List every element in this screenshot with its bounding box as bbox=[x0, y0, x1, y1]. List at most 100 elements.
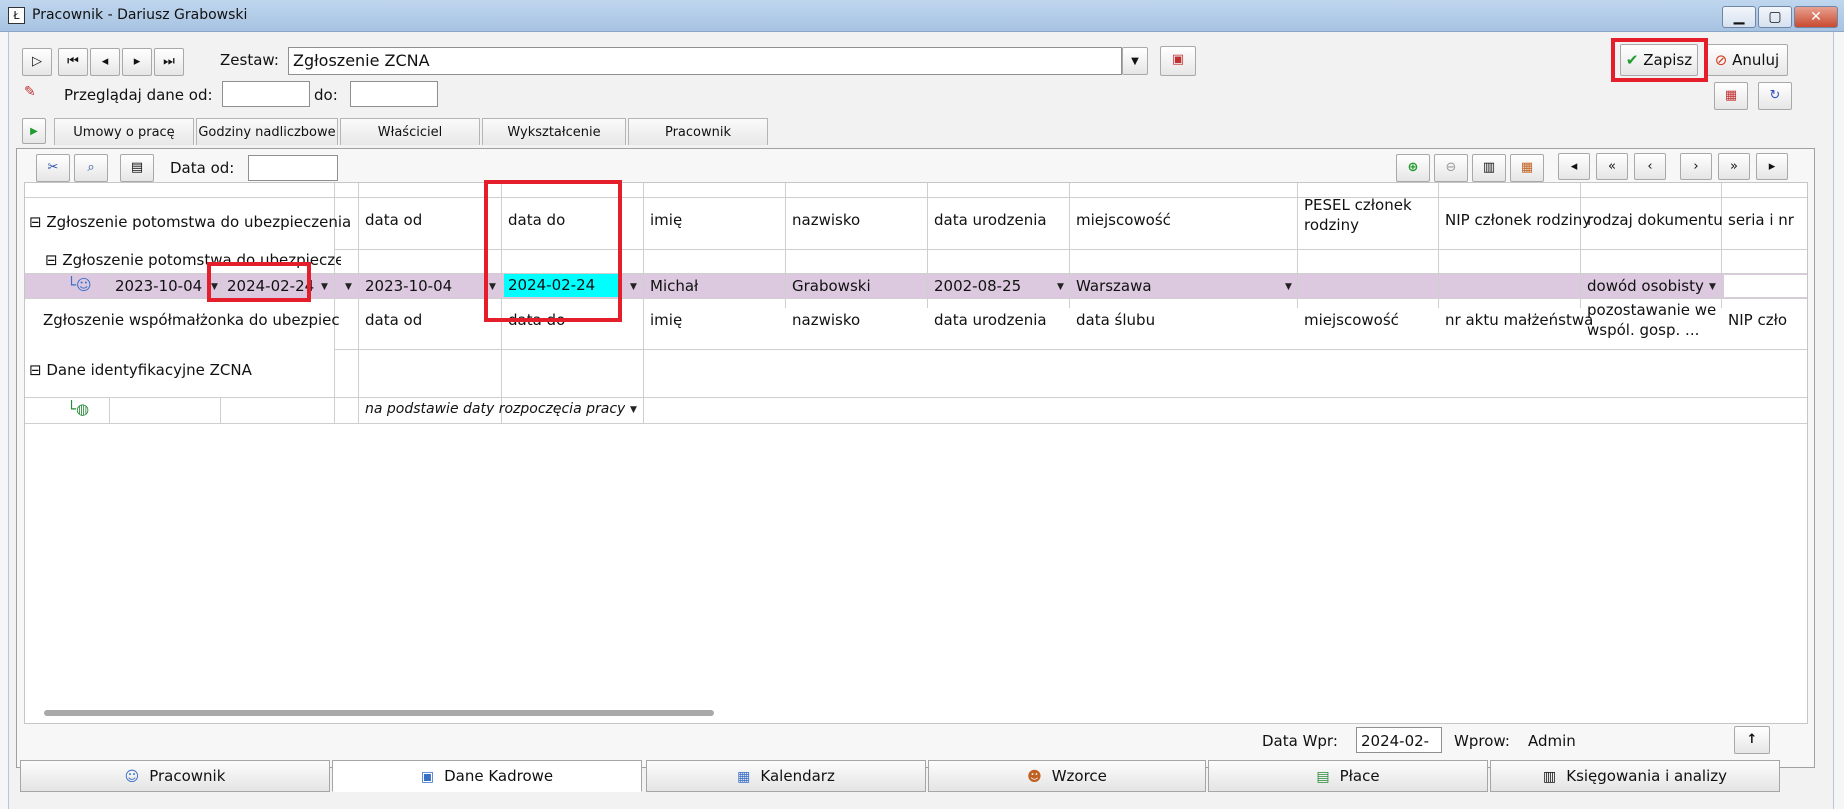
people-icon: ☻ bbox=[1027, 769, 1042, 785]
cell-rodzaj-dokumentu[interactable]: dowód osobisty bbox=[1583, 277, 1704, 295]
window-title: Pracownik - Dariusz Grabowski bbox=[32, 7, 248, 23]
close-button[interactable]: ✕ bbox=[1794, 6, 1838, 28]
bottom-tab-wzorce[interactable]: ☻ Wzorce bbox=[928, 760, 1206, 792]
copy-button[interactable]: ▥ bbox=[1472, 154, 1506, 182]
chevron-down-icon[interactable]: ▼ bbox=[630, 282, 637, 292]
export-button[interactable]: ▦ bbox=[1510, 154, 1544, 182]
cell-imie[interactable]: Michał bbox=[646, 277, 698, 295]
notes-button[interactable]: ▤ bbox=[120, 154, 154, 182]
cell-miejscowosc[interactable]: Warszawa bbox=[1072, 277, 1152, 295]
wprow-value: Admin bbox=[1528, 732, 1576, 750]
print-icon: ▦ bbox=[1724, 88, 1738, 103]
globe-icon: └◍ bbox=[67, 400, 90, 418]
chevron-down-icon[interactable]: ▼ bbox=[1709, 282, 1716, 292]
col-header-miejscowosc: miejscowość bbox=[1076, 211, 1171, 229]
col-header-data-urodzenia: data urodzenia bbox=[934, 211, 1047, 229]
chevron-left-icon: ‹ bbox=[1647, 159, 1653, 174]
next-record-button[interactable]: ▸ bbox=[122, 48, 152, 76]
tab-godziny[interactable]: Godziny nadliczbowe bbox=[196, 118, 338, 145]
chevron-down-icon[interactable]: ▼ bbox=[1057, 282, 1064, 292]
zestaw-dropdown-button[interactable]: ▼ bbox=[1122, 47, 1148, 75]
bottom-tab-ksiegowania[interactable]: ▥ Księgowania i analizy bbox=[1490, 760, 1780, 792]
tab-wlasciciel[interactable]: Właściciel bbox=[340, 118, 480, 145]
bottom-tab-place[interactable]: ▤ Płace bbox=[1208, 760, 1488, 792]
bottom-tab-dane-kadrowe[interactable]: ▣ Dane Kadrowe bbox=[332, 760, 642, 792]
cell-nazwisko[interactable]: Grabowski bbox=[788, 277, 871, 295]
tree-node-wspolmalzonek[interactable]: Zgłoszenie współmałżonka do ubezpiecze..… bbox=[39, 311, 339, 329]
print-button[interactable]: ▦ bbox=[1714, 82, 1748, 110]
zestaw-select[interactable]: Zgłoszenie ZCNA bbox=[288, 47, 1122, 75]
tree-collapse-icon: ⊟ bbox=[29, 361, 42, 379]
prev-record-button[interactable]: ◂ bbox=[90, 48, 120, 76]
nav-page-right-button[interactable]: » bbox=[1718, 153, 1750, 180]
first-record-button[interactable]: ⏮ bbox=[58, 48, 88, 76]
chevron-right-icon: › bbox=[1693, 159, 1699, 174]
refresh-button[interactable]: ↻ bbox=[1758, 82, 1792, 110]
next-icon: ▸ bbox=[133, 54, 141, 69]
cell-data-od[interactable]: 2023-10-04 bbox=[361, 277, 452, 295]
person-icon: └☺ bbox=[67, 276, 92, 294]
add-row-button[interactable]: ⊕ bbox=[1396, 154, 1430, 182]
cell-data-urodzenia[interactable]: 2002-08-25 bbox=[930, 277, 1021, 295]
minimize-button[interactable]: ▁ bbox=[1722, 6, 1756, 28]
scroll-top-button[interactable]: ↑ bbox=[1734, 726, 1770, 754]
tab-umowy[interactable]: Umowy o pracę bbox=[54, 118, 194, 145]
col2-header-pozostawanie: pozostawanie we wspól. gosp. ... bbox=[1587, 301, 1717, 339]
cancel-button[interactable]: ⊘ Anuluj bbox=[1706, 44, 1788, 76]
przegladaj-to-input[interactable] bbox=[350, 81, 438, 107]
chevron-down-icon[interactable]: ▼ bbox=[630, 405, 637, 415]
horizontal-scrollbar[interactable] bbox=[44, 710, 714, 716]
refresh-icon: ↻ bbox=[1769, 88, 1781, 103]
highlight-tree-to-date bbox=[207, 262, 311, 302]
tab-pracownik[interactable]: Pracownik bbox=[628, 118, 768, 145]
tree-from-date[interactable]: 2023-10-04 bbox=[111, 277, 202, 295]
nav-last-col-button[interactable]: ▸ bbox=[1756, 153, 1788, 180]
nav-left-button[interactable]: ‹ bbox=[1634, 153, 1666, 180]
triangle-left-icon: ◂ bbox=[1570, 159, 1578, 174]
col2-header-data-od: data od bbox=[365, 311, 423, 329]
col2-header-nr-aktu: nr aktu małżeństwa bbox=[1445, 311, 1594, 329]
folder-icon: ▣ bbox=[420, 769, 435, 785]
tools-icon: ✂ bbox=[47, 160, 59, 175]
export-icon: ▦ bbox=[1520, 160, 1534, 175]
tree-node-dane-identyfikacyjne[interactable]: ⊟ Dane identyfikacyjne ZCNA bbox=[25, 361, 252, 379]
remove-row-button[interactable]: ⊖ bbox=[1434, 154, 1468, 182]
prev-icon: ◂ bbox=[101, 54, 109, 69]
minus-icon: ⊖ bbox=[1445, 160, 1457, 175]
bottom-tab-pracownik[interactable]: ☺ Pracownik bbox=[20, 760, 330, 792]
nav-right-button[interactable]: › bbox=[1680, 153, 1712, 180]
cell-dane-identyfikacyjne[interactable]: na podstawie daty rozpoczęcia pracy bbox=[361, 401, 625, 417]
search-button[interactable]: ⌕ bbox=[74, 154, 108, 182]
tabs-scroll-button[interactable]: ▶ bbox=[22, 118, 46, 144]
tree-collapse-icon: ⊟ bbox=[29, 213, 42, 231]
last-record-button[interactable]: ⏭ bbox=[154, 48, 184, 76]
chevron-down-icon[interactable]: ▼ bbox=[1285, 282, 1292, 292]
search-icon: ⌕ bbox=[87, 160, 95, 175]
nav-page-left-button[interactable]: « bbox=[1596, 153, 1628, 180]
double-chevron-right-icon: » bbox=[1730, 159, 1738, 174]
zestaw-settings-button[interactable]: ▣ bbox=[1160, 46, 1196, 76]
col-header-nip: NIP członek rodziny bbox=[1445, 211, 1592, 229]
col2-header-nip: NIP czło bbox=[1728, 311, 1788, 329]
nav-first-col-button[interactable]: ◂ bbox=[1558, 153, 1590, 180]
first-icon: ⏮ bbox=[67, 54, 79, 69]
col-header-data-od: data od bbox=[365, 211, 423, 229]
new-record-button[interactable]: ▷ bbox=[22, 48, 52, 76]
data-wpr-label: Data Wpr: bbox=[1262, 732, 1338, 750]
bottom-tab-kalendarz[interactable]: ▦ Kalendarz bbox=[646, 760, 926, 792]
tab-wyksztalcenie[interactable]: Wykształcenie bbox=[482, 118, 626, 145]
cell-seria[interactable] bbox=[1724, 275, 1807, 297]
col-header-pesel: PESEL członek rodziny bbox=[1304, 196, 1412, 234]
chevron-down-icon[interactable]: ▼ bbox=[345, 282, 352, 292]
page-icon: ▷ bbox=[32, 54, 42, 69]
tools-button[interactable]: ✂ bbox=[36, 154, 70, 182]
data-od-input[interactable] bbox=[248, 155, 338, 181]
tree-collapse-icon: ⊟ bbox=[45, 251, 58, 269]
maximize-button[interactable]: ▢ bbox=[1758, 6, 1792, 28]
wprow-label: Wprow: bbox=[1454, 732, 1510, 750]
tree-node-potomstwo[interactable]: ⊟ Zgłoszenie potomstwa do ubezpieczenia bbox=[25, 213, 351, 231]
chevron-down-icon[interactable]: ▼ bbox=[321, 282, 328, 292]
przegladaj-from-input[interactable] bbox=[222, 81, 310, 107]
arrow-up-icon: ↑ bbox=[1746, 732, 1758, 747]
col-header-imie: imię bbox=[650, 211, 683, 229]
